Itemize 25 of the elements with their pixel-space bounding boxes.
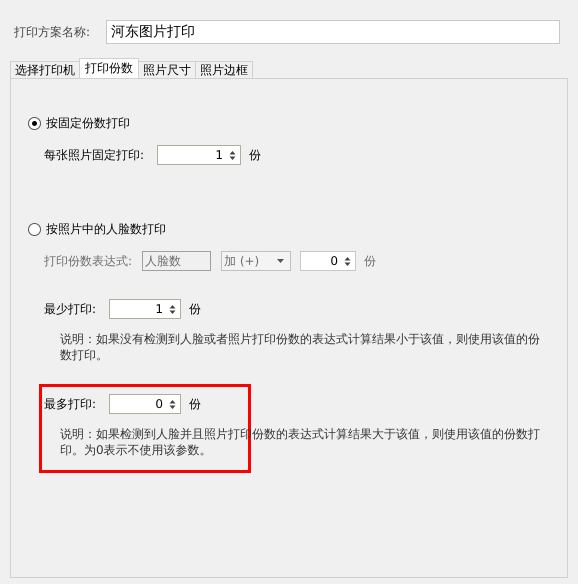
radio-label[interactable]: 按照片中的人脸数打印 [46,220,166,238]
field-label: 打印方案名称: [14,24,92,40]
field-label: 打印份数表达式: [44,252,134,270]
description-text: 说明：如果没有检测到人脸或者照片打印份数的表达式计算结果小于该值，则使用该值的份数打印。 [60,331,541,363]
input-field[interactable]: 河东图片打印 [106,20,560,44]
unit-label: 份 [189,396,201,412]
field-label: 最少打印: [44,300,98,318]
spin-box[interactable]: 1 [157,145,241,165]
radio-button[interactable] [28,116,41,130]
field-label: 最多打印: [44,396,98,412]
spin-box[interactable]: 1 [109,299,181,319]
radio-button[interactable] [28,222,41,236]
spinner-arrows-icon[interactable] [169,398,176,410]
tab[interactable]: 照片边框 [195,61,253,78]
spinner-arrows-icon[interactable] [169,304,176,314]
tab[interactable]: 选择打印机 [10,61,80,78]
unit-label: 份 [189,300,201,318]
tab[interactable]: 照片尺寸 [138,61,196,78]
field-label: 每张照片固定打印: [44,146,146,164]
tab[interactable]: 打印份数 [79,58,139,78]
radio-label[interactable]: 按固定份数打印 [46,114,130,132]
spinner-arrows-icon[interactable] [229,150,236,160]
unit-label: 份 [364,252,376,270]
spin-box[interactable]: 0 [109,394,181,414]
unit-label: 份 [249,146,261,164]
